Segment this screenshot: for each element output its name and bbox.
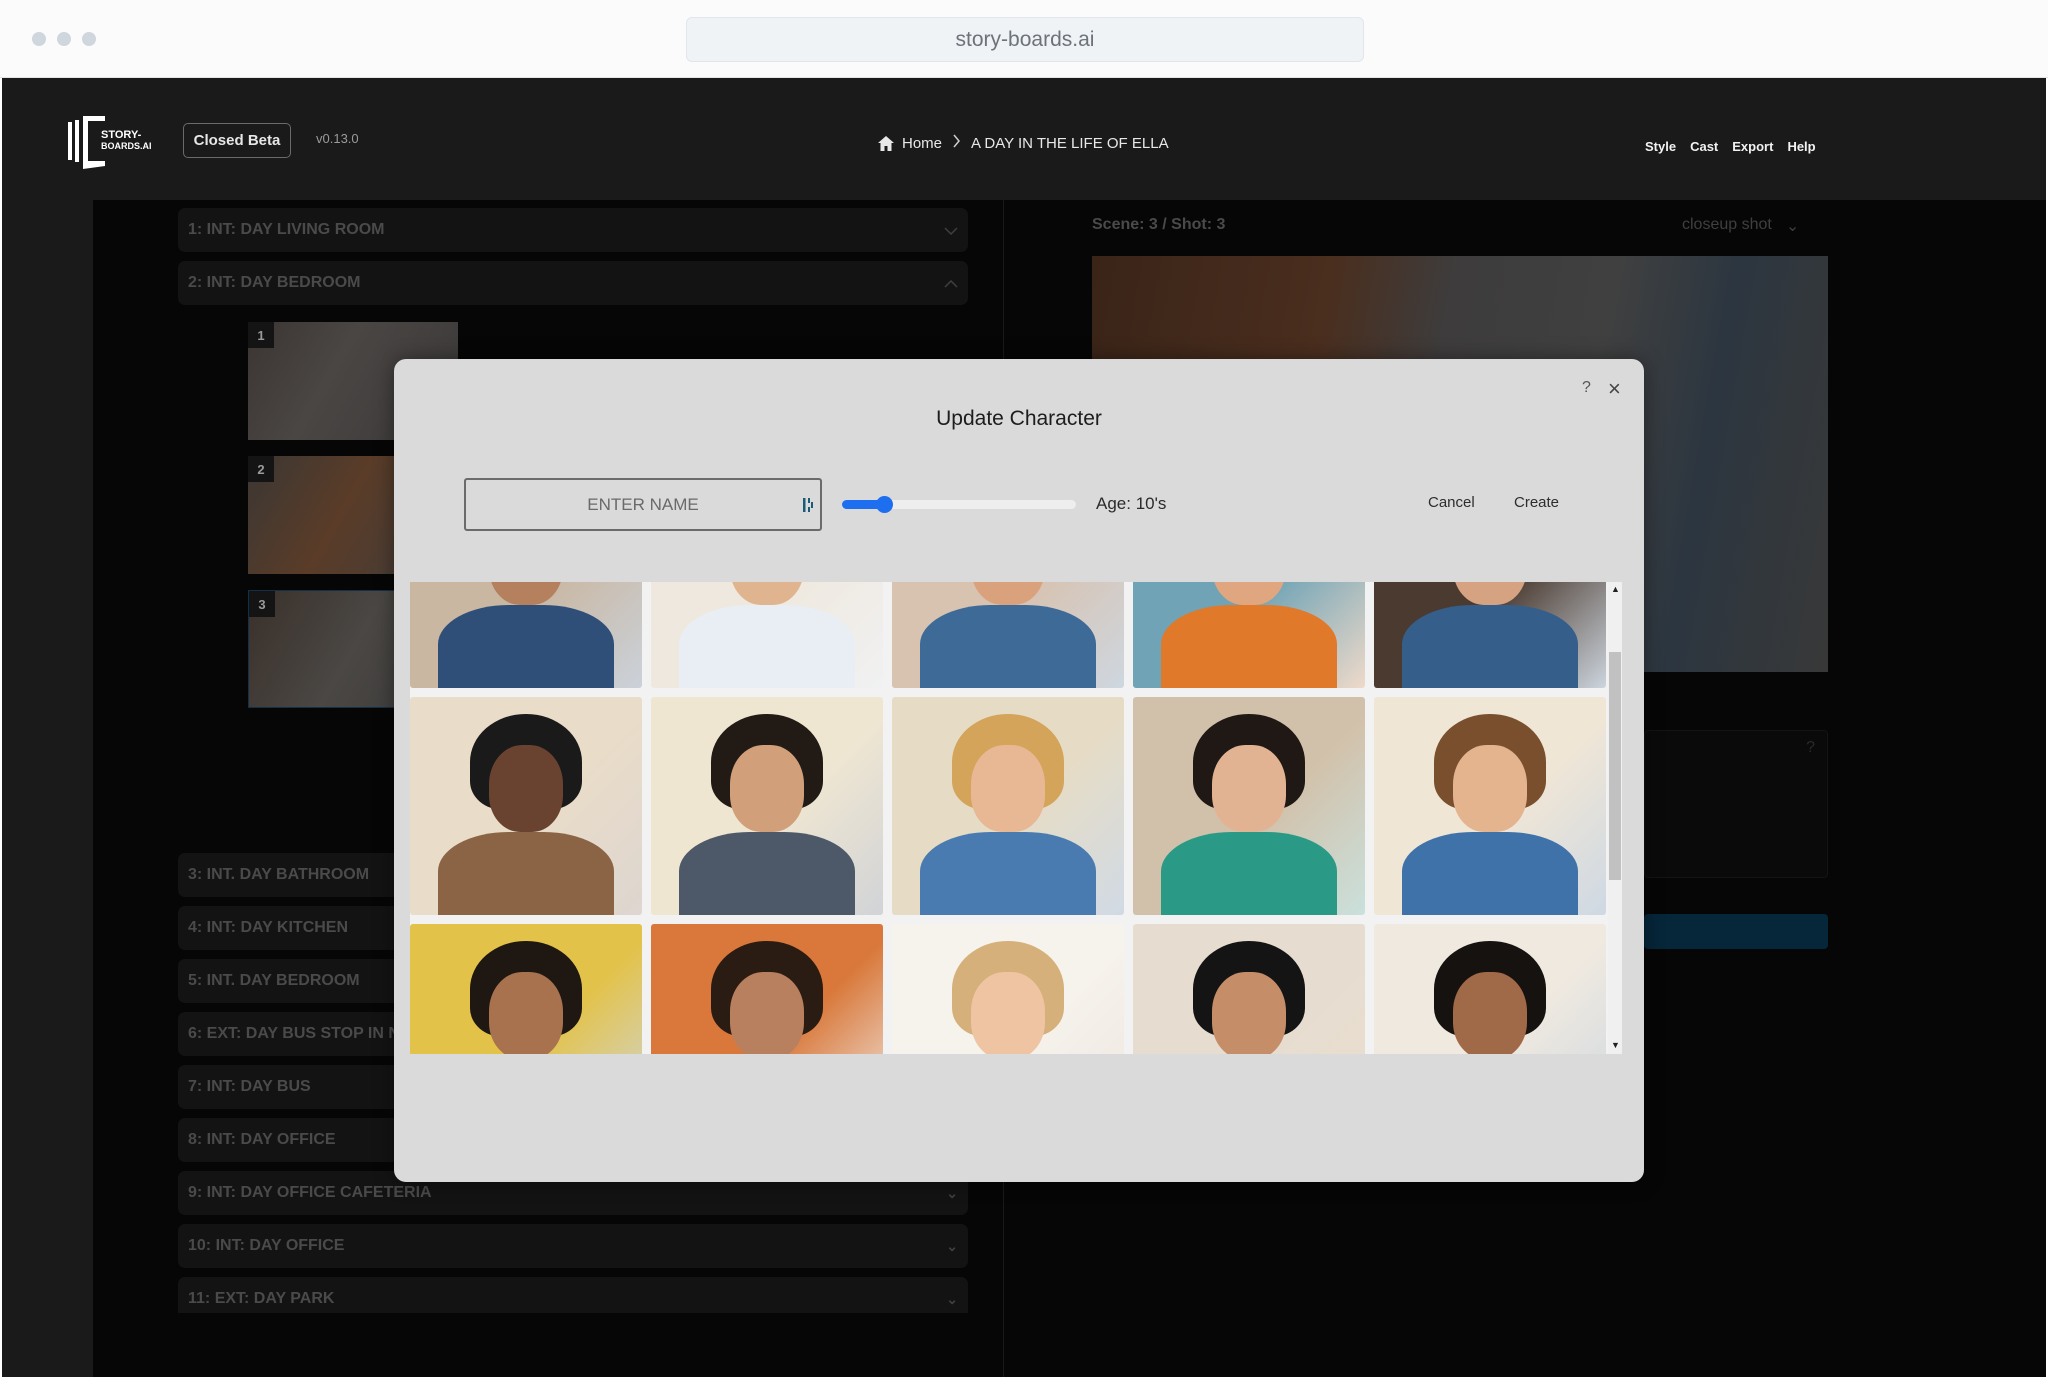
portrait-face [1452, 744, 1528, 833]
portrait-face [488, 582, 564, 606]
name-input[interactable] [466, 480, 820, 529]
address-bar-url: story-boards.ai [955, 27, 1095, 51]
age-slider[interactable] [842, 496, 1076, 513]
window-dot-minimize[interactable] [57, 32, 71, 46]
character-grid [410, 582, 1606, 1054]
modal-title: Update Character [936, 407, 1102, 430]
portrait-body [1401, 605, 1579, 688]
character-portrait[interactable] [651, 697, 883, 915]
character-portrait[interactable] [1133, 697, 1365, 915]
character-portrait[interactable] [1133, 582, 1365, 688]
window-dot-close[interactable] [32, 32, 46, 46]
portrait-face [488, 971, 564, 1054]
character-portrait[interactable] [1374, 582, 1606, 688]
character-gallery: ▲ ▼ [410, 582, 1622, 1054]
character-portrait[interactable] [892, 582, 1124, 688]
portrait-face [1211, 971, 1287, 1054]
update-character-modal: Update Character ? × Age: 10's Cancel Cr… [394, 359, 1644, 1182]
character-portrait[interactable] [410, 924, 642, 1054]
portrait-face [729, 971, 805, 1054]
window-dot-maximize[interactable] [82, 32, 96, 46]
age-slider-thumb[interactable] [876, 496, 894, 513]
cancel-button[interactable]: Cancel [1428, 494, 1475, 511]
browser-chrome: story-boards.ai [0, 0, 2048, 78]
character-portrait[interactable] [410, 582, 642, 688]
character-portrait[interactable] [410, 697, 642, 915]
create-button[interactable]: Create [1514, 494, 1559, 511]
gallery-scrollbar[interactable]: ▲ ▼ [1608, 582, 1622, 1054]
character-portrait[interactable] [651, 924, 883, 1054]
close-icon[interactable]: × [1608, 376, 1621, 402]
portrait-face [1452, 971, 1528, 1054]
portrait-body [1160, 605, 1338, 688]
portrait-face [1211, 582, 1287, 606]
portrait-body [678, 832, 856, 915]
character-portrait[interactable] [1374, 697, 1606, 915]
address-bar[interactable]: story-boards.ai [686, 17, 1364, 62]
age-label: Age: 10's [1096, 494, 1167, 513]
portrait-face [970, 744, 1046, 833]
portrait-face [970, 582, 1046, 606]
scroll-down-icon[interactable]: ▼ [1611, 1040, 1620, 1050]
character-portrait[interactable] [892, 697, 1124, 915]
password-manager-icon[interactable] [802, 496, 814, 514]
help-icon[interactable]: ? [1582, 379, 1591, 397]
portrait-body [1401, 832, 1579, 915]
character-portrait[interactable] [892, 924, 1124, 1054]
portrait-body [1160, 832, 1338, 915]
portrait-face [1211, 744, 1287, 833]
portrait-body [919, 832, 1097, 915]
gallery-scrollbar-thumb[interactable] [1609, 652, 1621, 880]
character-portrait[interactable] [1133, 924, 1365, 1054]
character-portrait[interactable] [651, 582, 883, 688]
window-controls [32, 32, 96, 46]
portrait-face [729, 582, 805, 606]
character-portrait[interactable] [1374, 924, 1606, 1054]
portrait-body [437, 605, 615, 688]
name-field[interactable] [464, 478, 822, 531]
portrait-body [678, 605, 856, 688]
portrait-face [1452, 582, 1528, 606]
scroll-up-icon[interactable]: ▲ [1611, 584, 1620, 594]
portrait-face [488, 744, 564, 833]
portrait-body [919, 605, 1097, 688]
portrait-face [970, 971, 1046, 1054]
portrait-face [729, 744, 805, 833]
portrait-body [437, 832, 615, 915]
